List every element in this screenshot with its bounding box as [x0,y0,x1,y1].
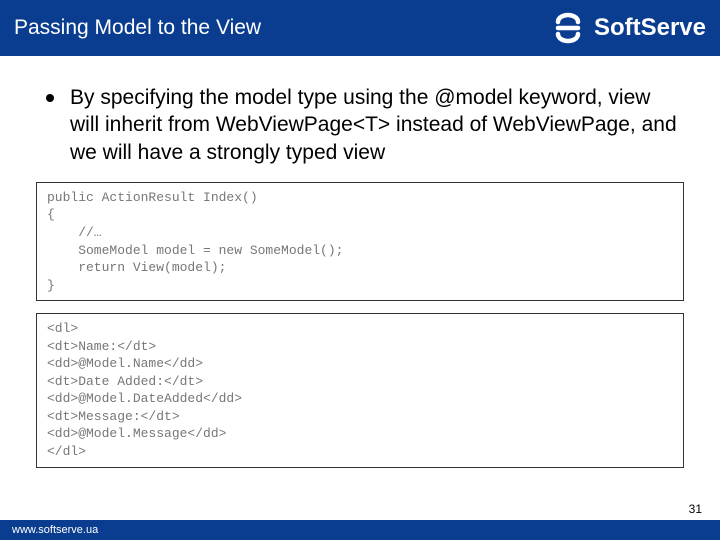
bullet-item: By specifying the model type using the @… [36,84,684,166]
brand: SoftServe [550,10,706,46]
softserve-logo-icon [550,10,586,46]
slide-title: Passing Model to the View [14,16,261,40]
bullet-text: By specifying the model type using the @… [70,84,684,166]
page-number: 31 [689,502,702,516]
code-block-view: <dl> <dt>Name:</dt> <dd>@Model.Name</dd>… [36,313,684,467]
footer-url: www.softserve.ua [12,524,98,536]
code-block-controller: public ActionResult Index() { //… SomeMo… [36,182,684,301]
bullet-dot-icon [46,94,54,102]
slide-footer: www.softserve.ua [0,520,720,540]
brand-text: SoftServe [594,14,706,42]
slide-content: By specifying the model type using the @… [0,56,720,468]
slide-header: Passing Model to the View SoftServe [0,0,720,56]
